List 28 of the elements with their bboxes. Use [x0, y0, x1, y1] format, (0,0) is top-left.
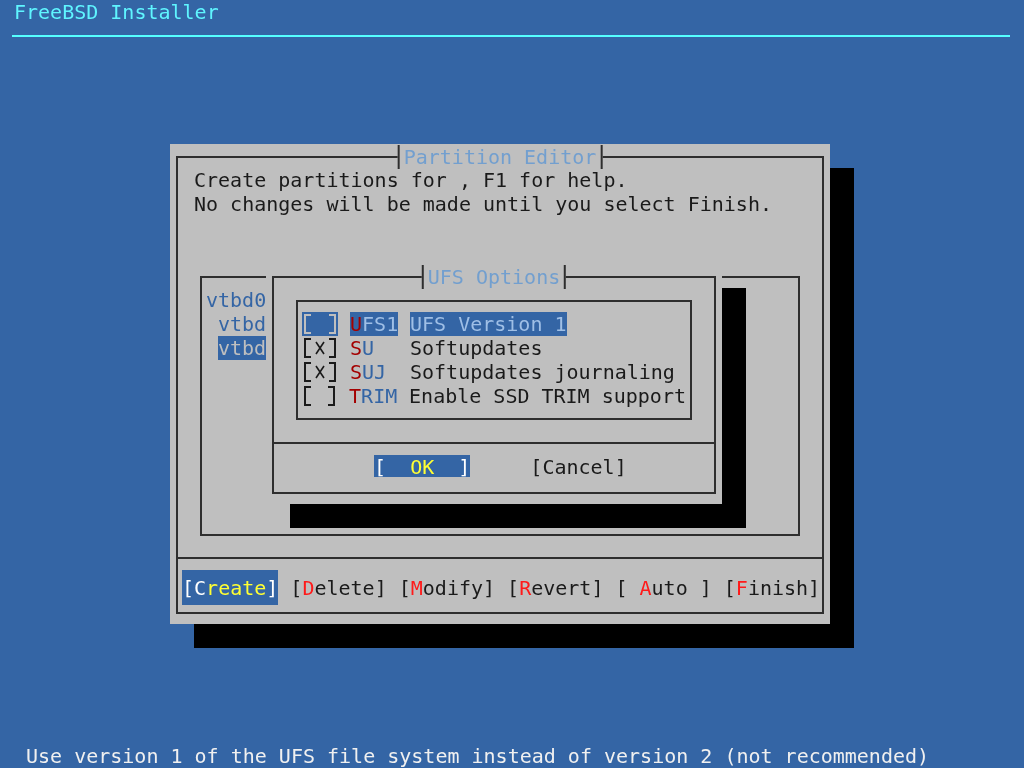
option-description: Enable SSD TRIM support	[409, 384, 686, 408]
cross-icon	[315, 341, 325, 355]
option-name: TRIM	[349, 384, 398, 408]
checkbox[interactable]	[302, 312, 338, 336]
dialog-button[interactable]: [Cancel]	[530, 455, 627, 477]
option-name: UFS1	[350, 312, 398, 336]
option-description: Softupdates journaling	[410, 360, 675, 384]
menu-button[interactable]: [Delete]	[290, 570, 387, 605]
menu-button[interactable]: [Modify]	[398, 570, 496, 605]
message-text: Create partitions for , F1 for help.	[194, 168, 629, 192]
checkbox[interactable]	[302, 384, 338, 408]
menu-button[interactable]: [Revert]	[507, 570, 604, 605]
menu-button[interactable]: [Finish]	[723, 570, 821, 605]
message-text: No changes will be made until you select Finish.	[194, 192, 773, 216]
checkbox[interactable]	[302, 336, 338, 360]
status-text: Use version 1 of the UFS file system instead of version 2 (not recommended)	[26, 744, 930, 768]
cross-icon	[315, 365, 325, 379]
dialog-button[interactable]: [ OK ]	[374, 455, 471, 477]
option-description: Softupdates	[410, 336, 543, 360]
option-description: UFS Version 1	[410, 312, 567, 336]
option-name: SUJ	[350, 360, 388, 384]
checkbox[interactable]	[302, 360, 338, 384]
dialog-title: UFS Options	[421, 265, 567, 289]
installer-title: FreeBSD Installer	[14, 0, 219, 24]
dialog-title: Partition Editor	[397, 145, 603, 169]
option-name: SU	[350, 336, 376, 360]
menu-button[interactable]: [Create]	[182, 570, 279, 605]
menu-button[interactable]: [ Auto ]	[615, 570, 712, 605]
